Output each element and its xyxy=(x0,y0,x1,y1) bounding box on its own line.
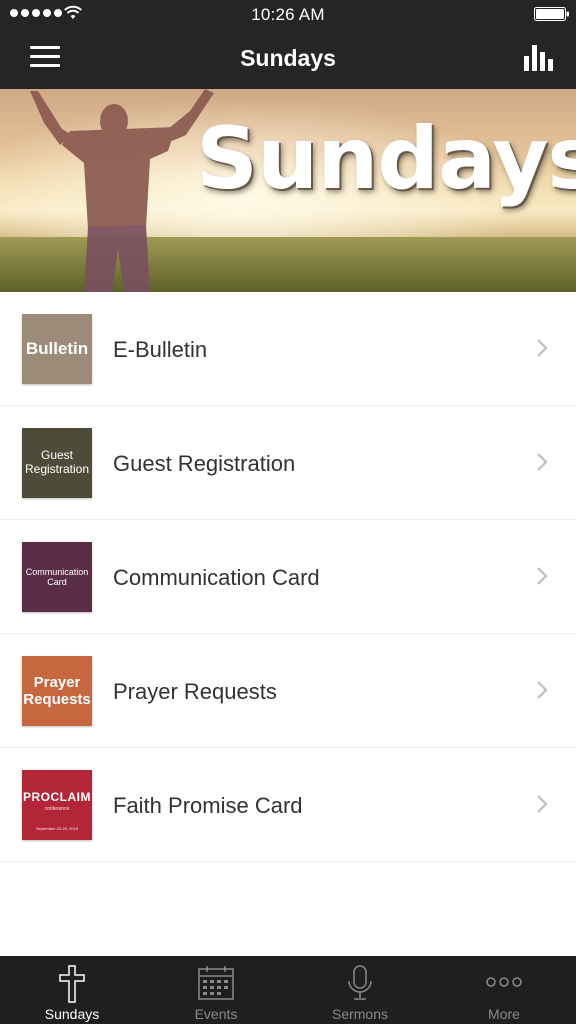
chevron-right-icon xyxy=(537,453,548,471)
tab-label: Events xyxy=(194,1006,238,1022)
chevron-right-icon xyxy=(537,567,548,585)
list-item-label: Faith Promise Card xyxy=(113,793,303,818)
list-item-label: Communication Card xyxy=(113,565,320,590)
list-item[interactable]: Prayer Requests Prayer Requests xyxy=(0,634,576,748)
tab-sermons[interactable]: Sermons xyxy=(288,956,432,1024)
list-item[interactable]: PROCLAIM conference September 20-23, 201… xyxy=(0,748,576,862)
status-time: 10:26 AM xyxy=(251,5,325,24)
cross-icon xyxy=(59,965,85,1003)
menu-list: Bulletin E-Bulletin Guest Registration G… xyxy=(0,292,576,862)
bulletin-thumbnail: Bulletin xyxy=(22,314,92,384)
hamburger-menu-icon[interactable] xyxy=(30,46,64,72)
bar-chart-icon[interactable] xyxy=(524,43,554,71)
list-item-label: Prayer Requests xyxy=(113,679,277,704)
battery-icon xyxy=(534,7,569,21)
more-dots-icon xyxy=(486,977,522,987)
page-title: Sundays xyxy=(240,45,336,71)
tab-events[interactable]: Events xyxy=(144,956,288,1024)
hero-banner: Sundays xyxy=(0,89,576,292)
nav-bar: Sundays xyxy=(0,28,576,89)
hero-title: Sundays xyxy=(196,109,576,209)
list-item-label: Guest Registration xyxy=(113,451,296,476)
microphone-icon xyxy=(348,965,372,1000)
tab-label: More xyxy=(488,1006,520,1022)
chevron-right-icon xyxy=(537,339,548,357)
list-item[interactable]: Communication Card Communication Card xyxy=(0,520,576,634)
tab-more[interactable]: More xyxy=(432,956,576,1024)
tab-sundays[interactable]: Sundays xyxy=(0,956,144,1024)
list-item[interactable]: Guest Registration Guest Registration xyxy=(0,406,576,520)
chevron-right-icon xyxy=(537,681,548,699)
tab-label: Sermons xyxy=(331,1006,389,1022)
calendar-icon xyxy=(198,966,234,1000)
proclaim-conference-thumbnail: PROCLAIM conference September 20-23, 201… xyxy=(22,770,92,840)
tab-bar: Sundays Events Sermons More xyxy=(0,956,576,1024)
guest-registration-thumbnail: Guest Registration xyxy=(22,428,92,498)
tab-label: Sundays xyxy=(44,1006,100,1022)
communication-card-thumbnail: Communication Card xyxy=(22,542,92,612)
prayer-requests-thumbnail: Prayer Requests xyxy=(22,656,92,726)
chevron-right-icon xyxy=(537,795,548,813)
list-item-label: E-Bulletin xyxy=(113,337,208,362)
status-bar: 10:26 AM xyxy=(0,0,576,28)
list-item[interactable]: Bulletin E-Bulletin xyxy=(0,292,576,406)
